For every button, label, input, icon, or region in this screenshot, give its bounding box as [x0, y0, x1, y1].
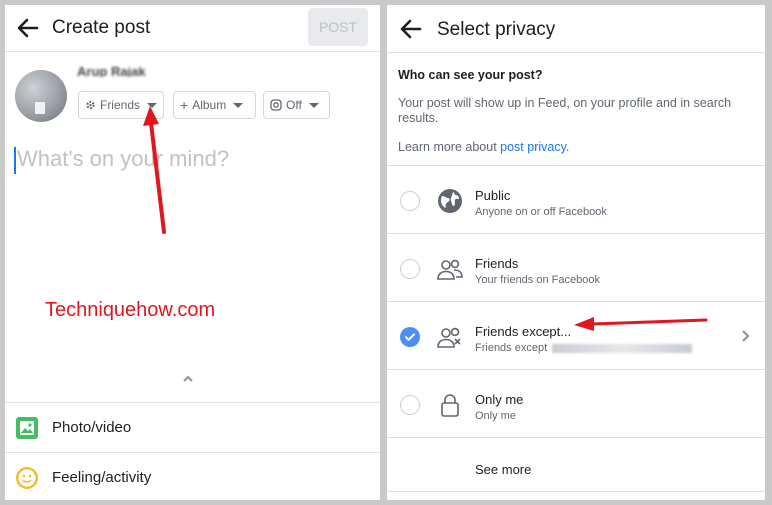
privacy-option-public[interactable]: Public Anyone on or off Facebook	[387, 165, 765, 233]
privacy-option-friends-except[interactable]: Friends except... Friends except	[387, 301, 765, 369]
option-label: Public	[475, 188, 511, 203]
lock-icon	[436, 391, 464, 419]
instagram-icon	[270, 99, 282, 111]
option-label: Only me	[475, 392, 524, 407]
option-sublabel: Anyone on or off Facebook	[475, 206, 607, 218]
select-privacy-header: Select privacy	[387, 5, 765, 53]
plus-icon: +	[180, 97, 189, 113]
post-privacy-link[interactable]: post privacy	[500, 140, 566, 154]
option-label: Friends except...	[475, 324, 572, 339]
see-more-label: See more	[475, 462, 532, 477]
post-button[interactable]: POST	[308, 8, 368, 46]
chevron-up-icon[interactable]	[181, 372, 195, 386]
caret-down-icon	[308, 102, 319, 108]
chevron-right-icon[interactable]	[741, 329, 751, 343]
feeling-activity-action[interactable]: Feeling/activity	[5, 452, 380, 500]
album-button[interactable]: + Album	[173, 91, 256, 119]
privacy-question: Who can see your post?	[398, 68, 543, 82]
feeling-activity-label: Feeling/activity	[52, 469, 152, 486]
friends-icon	[436, 255, 464, 283]
album-label: Album	[192, 98, 227, 112]
text-cursor	[14, 147, 16, 174]
watermark-text: Techniquehow.com	[45, 299, 216, 321]
see-more-button[interactable]: See more	[387, 437, 765, 492]
create-post-header: Create post POST	[5, 5, 380, 52]
select-privacy-screen: Select privacy Who can see your post? Yo…	[387, 5, 765, 500]
redacted-names	[552, 343, 693, 353]
instagram-share-button[interactable]: Off	[263, 91, 330, 119]
privacy-option-friends[interactable]: Friends Your friends on Facebook	[387, 233, 765, 301]
create-post-screen: Create post POST Arup Rajak Friends + Al…	[5, 5, 380, 500]
radio-button[interactable]	[400, 259, 420, 279]
checkmark-icon	[405, 333, 415, 341]
back-arrow-icon[interactable]	[398, 16, 424, 42]
user-name: Arup Rajak	[77, 67, 146, 77]
caret-down-icon	[147, 102, 157, 108]
privacy-option-only-me[interactable]: Only me Only me	[387, 369, 765, 437]
instagram-label: Off	[286, 98, 302, 112]
option-sublabel: Only me	[475, 410, 516, 422]
friends-except-icon	[436, 323, 464, 351]
radio-button[interactable]	[400, 191, 420, 211]
gear-icon	[86, 100, 95, 110]
radio-button-selected[interactable]	[400, 327, 420, 347]
audience-label: Friends	[99, 98, 140, 112]
page-title: Create post	[52, 17, 151, 38]
photo-video-action[interactable]: Photo/video	[5, 402, 380, 452]
audience-selector-button[interactable]: Friends	[78, 91, 164, 119]
composer-input[interactable]: What's on your mind?	[17, 146, 229, 172]
option-label: Friends	[475, 256, 519, 271]
caret-down-icon	[233, 102, 244, 108]
globe-icon	[436, 187, 464, 215]
smiley-icon	[14, 465, 40, 491]
option-sublabel: Your friends on Facebook	[475, 274, 600, 286]
avatar	[15, 70, 67, 122]
photo-icon	[14, 415, 40, 441]
radio-button[interactable]	[400, 395, 420, 415]
learn-more-text: Learn more about post privacy.	[398, 140, 570, 154]
page-title: Select privacy	[437, 19, 556, 40]
back-arrow-icon[interactable]	[15, 15, 41, 41]
photo-video-label: Photo/video	[52, 419, 132, 436]
privacy-description: Your post will show up in Feed, on your …	[398, 96, 732, 125]
option-sublabel: Friends except	[475, 342, 693, 354]
